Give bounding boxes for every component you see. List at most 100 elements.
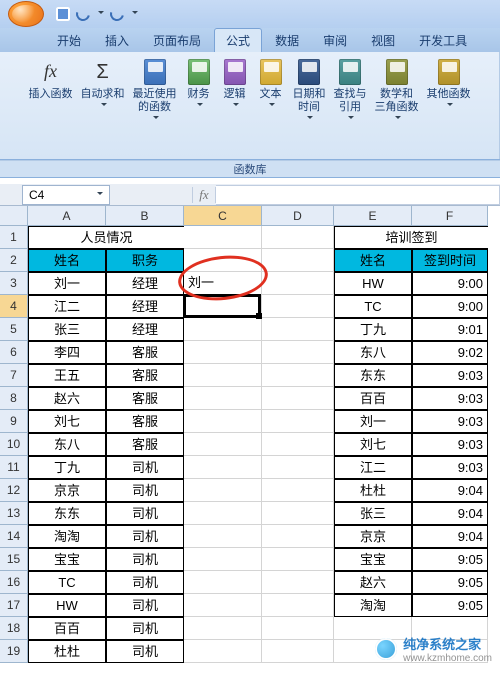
math-button[interactable]: 数学和 三角函数	[372, 56, 422, 124]
cell-B14[interactable]: 司机	[106, 525, 184, 548]
row-header[interactable]: 1	[0, 226, 28, 249]
insert-function-button[interactable]: fx插入函数	[26, 56, 76, 103]
tab-review[interactable]: 审阅	[312, 29, 358, 52]
row-header[interactable]: 7	[0, 364, 28, 387]
qat-customize-icon[interactable]	[132, 11, 138, 17]
cell-C11[interactable]	[184, 456, 262, 479]
cell-F17[interactable]: 9:05	[412, 594, 488, 617]
cell-A9[interactable]: 刘七	[28, 410, 106, 433]
cell-F15[interactable]: 9:05	[412, 548, 488, 571]
cell-B6[interactable]: 客服	[106, 341, 184, 364]
cell-E11[interactable]: 江二	[334, 456, 412, 479]
cell-E7[interactable]: 东东	[334, 364, 412, 387]
cell-F18[interactable]	[412, 617, 488, 640]
col-header-D[interactable]: D	[262, 206, 334, 226]
cell-E12[interactable]: 杜杜	[334, 479, 412, 502]
cell-B10[interactable]: 客服	[106, 433, 184, 456]
cell-F7[interactable]: 9:03	[412, 364, 488, 387]
cell-D14[interactable]	[262, 525, 334, 548]
cell-D13[interactable]	[262, 502, 334, 525]
cell-E18[interactable]	[334, 617, 412, 640]
cell-A8[interactable]: 赵六	[28, 387, 106, 410]
row-header[interactable]: 2	[0, 249, 28, 272]
cell-F2[interactable]: 签到时间	[412, 249, 488, 272]
cell-E10[interactable]: 刘七	[334, 433, 412, 456]
cell-C15[interactable]	[184, 548, 262, 571]
cell-F10[interactable]: 9:03	[412, 433, 488, 456]
cell-A14[interactable]: 淘淘	[28, 525, 106, 548]
cell-D7[interactable]	[262, 364, 334, 387]
col-header-B[interactable]: B	[106, 206, 184, 226]
row-header[interactable]: 19	[0, 640, 28, 663]
cell-E5[interactable]: 丁九	[334, 318, 412, 341]
cell-F19[interactable]	[412, 640, 488, 663]
name-box[interactable]: C4	[22, 185, 110, 205]
tab-layout[interactable]: 页面布局	[142, 29, 212, 52]
col-header-C[interactable]: C	[184, 206, 262, 226]
row-header[interactable]: 5	[0, 318, 28, 341]
cell-B11[interactable]: 司机	[106, 456, 184, 479]
logical-button[interactable]: 逻辑	[218, 56, 252, 111]
cell-D16[interactable]	[262, 571, 334, 594]
cell-A3[interactable]: 刘一	[28, 272, 106, 295]
save-icon[interactable]	[56, 7, 70, 21]
row-header[interactable]: 4	[0, 295, 28, 318]
cell-A19[interactable]: 杜杜	[28, 640, 106, 663]
row-header[interactable]: 16	[0, 571, 28, 594]
cell-E8[interactable]: 百百	[334, 387, 412, 410]
tab-insert[interactable]: 插入	[94, 29, 140, 52]
cell-C9[interactable]	[184, 410, 262, 433]
cell-E2[interactable]: 姓名	[334, 249, 412, 272]
chevron-down-icon[interactable]	[97, 192, 103, 198]
cell-A15[interactable]: 宝宝	[28, 548, 106, 571]
cell-E15[interactable]: 宝宝	[334, 548, 412, 571]
cell-C12[interactable]	[184, 479, 262, 502]
cell-D11[interactable]	[262, 456, 334, 479]
autosum-button[interactable]: Σ自动求和	[78, 56, 128, 111]
datetime-button[interactable]: 日期和 时间	[290, 56, 329, 124]
recent-functions-button[interactable]: 最近使用 的函数	[130, 56, 180, 124]
cell-F12[interactable]: 9:04	[412, 479, 488, 502]
cell-D8[interactable]	[262, 387, 334, 410]
cell-A1[interactable]: 人员情况	[28, 226, 184, 249]
cell-F9[interactable]: 9:03	[412, 410, 488, 433]
row-header[interactable]: 13	[0, 502, 28, 525]
cell-C5[interactable]	[184, 318, 262, 341]
cell-C19[interactable]	[184, 640, 262, 663]
cell-F13[interactable]: 9:04	[412, 502, 488, 525]
row-header[interactable]: 3	[0, 272, 28, 295]
cell-F3[interactable]: 9:00	[412, 272, 488, 295]
cell-D18[interactable]	[262, 617, 334, 640]
cell-C7[interactable]	[184, 364, 262, 387]
cell-A10[interactable]: 东八	[28, 433, 106, 456]
other-functions-button[interactable]: 其他函数	[424, 56, 474, 111]
fx-button[interactable]: fx	[192, 187, 216, 203]
cell-D10[interactable]	[262, 433, 334, 456]
cell-A16[interactable]: TC	[28, 571, 106, 594]
col-header-E[interactable]: E	[334, 206, 412, 226]
cell-B13[interactable]: 司机	[106, 502, 184, 525]
cell-B3[interactable]: 经理	[106, 272, 184, 295]
row-header[interactable]: 17	[0, 594, 28, 617]
cell-D5[interactable]	[262, 318, 334, 341]
cell-E4[interactable]: TC	[334, 295, 412, 318]
cell-B2[interactable]: 职务	[106, 249, 184, 272]
cell-A6[interactable]: 李四	[28, 341, 106, 364]
cell-B19[interactable]: 司机	[106, 640, 184, 663]
row-header[interactable]: 10	[0, 433, 28, 456]
cell-E6[interactable]: 东八	[334, 341, 412, 364]
cell-C4[interactable]	[184, 295, 262, 318]
cell-B15[interactable]: 司机	[106, 548, 184, 571]
cell-C14[interactable]	[184, 525, 262, 548]
cell-C16[interactable]	[184, 571, 262, 594]
row-header[interactable]: 14	[0, 525, 28, 548]
lookup-button[interactable]: 查找与 引用	[331, 56, 370, 124]
tab-view[interactable]: 视图	[360, 29, 406, 52]
financial-button[interactable]: 财务	[182, 56, 216, 111]
cell-A17[interactable]: HW	[28, 594, 106, 617]
cell-F14[interactable]: 9:04	[412, 525, 488, 548]
cell-E17[interactable]: 淘淘	[334, 594, 412, 617]
cell-D3[interactable]	[262, 272, 334, 295]
cell-F5[interactable]: 9:01	[412, 318, 488, 341]
cell-A2[interactable]: 姓名	[28, 249, 106, 272]
